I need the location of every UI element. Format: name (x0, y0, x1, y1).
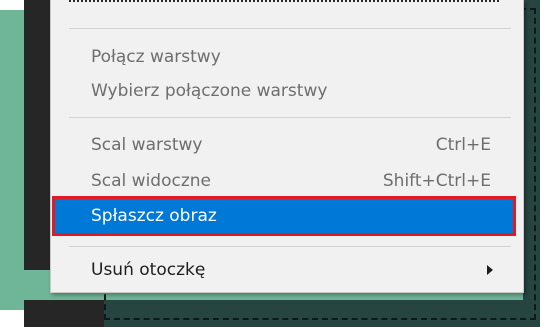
menu-item-remove-matting[interactable]: Usuń otoczkę (69, 253, 509, 287)
menu-item-shortcut: Ctrl+E (435, 135, 491, 155)
submenu-arrow-icon (487, 265, 493, 275)
menu-separator (69, 28, 511, 29)
menu-top-edge (69, 0, 499, 10)
menu-item-merge-layers[interactable]: Scal warstwy Ctrl+E (69, 128, 509, 162)
menu-item-label: Usuń otoczkę (91, 260, 206, 280)
menu-item-label: Scal warstwy (91, 135, 203, 155)
background-green-left (0, 10, 24, 310)
menu-item-flatten-image[interactable]: Spłaszcz obraz (52, 196, 516, 236)
menu-item-shortcut: Shift+Ctrl+E (382, 171, 491, 191)
menu-item-label: Wybierz połączone warstwy (91, 81, 328, 101)
menu-separator (69, 117, 511, 118)
menu-item-select-linked-layers[interactable]: Wybierz połączone warstwy (69, 74, 509, 108)
menu-item-label: Połącz warstwy (91, 47, 221, 67)
menu-item-label: Scal widoczne (91, 171, 212, 191)
menu-separator (69, 246, 511, 247)
layer-context-menu: Połącz warstwy Wybierz połączone warstwy… (50, 0, 524, 293)
menu-item-label: Spłaszcz obraz (91, 206, 217, 226)
menu-item-link-layers[interactable]: Połącz warstwy (69, 40, 509, 74)
menu-item-merge-visible[interactable]: Scal widoczne Shift+Ctrl+E (69, 164, 509, 198)
